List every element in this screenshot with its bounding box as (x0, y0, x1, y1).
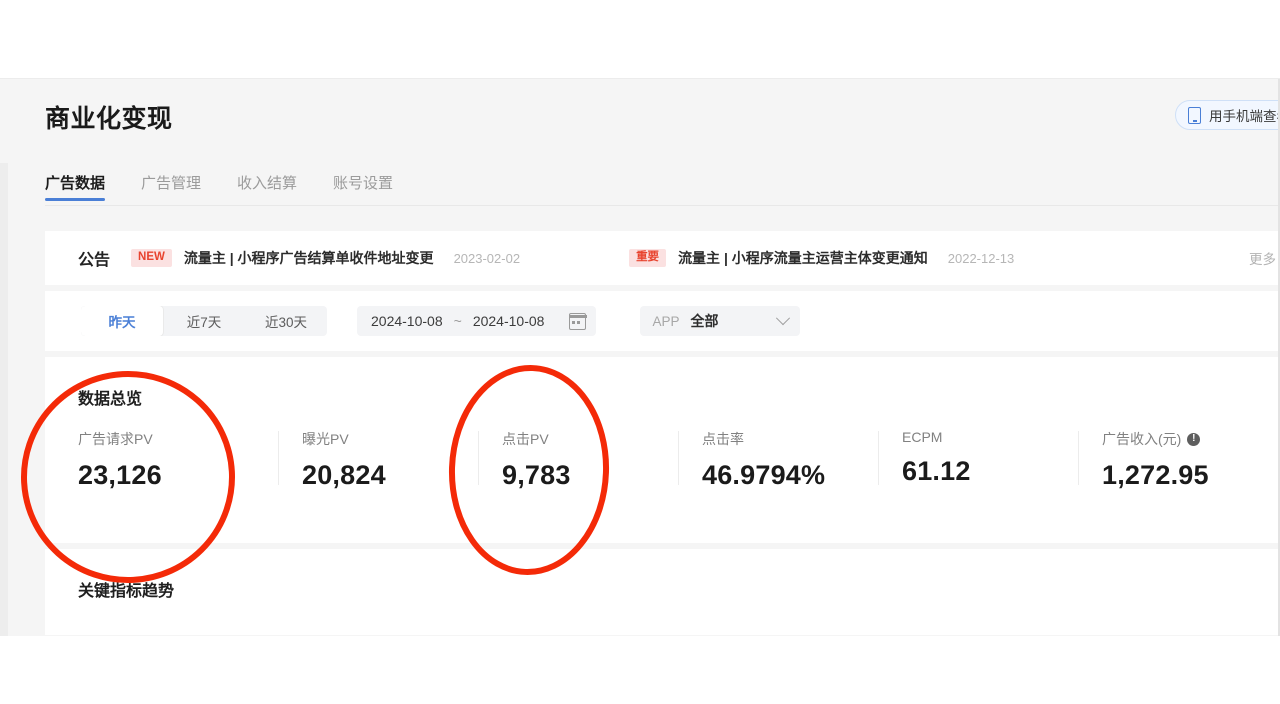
phone-icon (1188, 106, 1201, 124)
page-header: 商业化变现 用手机端查看数 (0, 79, 1280, 163)
app-filter-select[interactable]: APP 全部 (640, 306, 801, 336)
tab-ad-data[interactable]: 广告数据 (45, 163, 106, 201)
date-start-value: 2024-10-08 (371, 313, 443, 329)
metric-ad-request-pv-value: 23,126 (78, 460, 162, 490)
metric-ad-request-pv-label: 广告请求PV (78, 431, 153, 447)
metric-click-rate: 点击率 46.9794% (678, 429, 878, 491)
metric-ecpm: ECPM 61.12 (878, 429, 1078, 491)
tab-revenue-settlement-label: 收入结算 (237, 175, 298, 192)
preset-yesterday[interactable]: 昨天 (81, 306, 163, 336)
metric-ad-revenue-label: 广告收入(元) ! (1102, 429, 1278, 449)
metric-ecpm-label: ECPM (902, 429, 943, 445)
view-on-mobile-button[interactable]: 用手机端查看数 (1175, 100, 1280, 130)
announcement-section-label: 公告 (78, 252, 111, 269)
key-metrics-trend-card: 关键指标趋势 (45, 549, 1280, 635)
screenshot-root: 商业化变现 用手机端查看数 广告数据 广告管理 收入结算 账号设置 (0, 0, 1280, 704)
date-range-picker[interactable]: 2024-10-08 ~ 2024-10-08 (357, 306, 597, 336)
date-end-value: 2024-10-08 (472, 313, 545, 329)
metric-impression-pv: 曝光PV 20,824 (278, 429, 478, 491)
tab-revenue-settlement[interactable]: 收入结算 (237, 163, 297, 193)
tab-ad-management[interactable]: 广告管理 (141, 163, 201, 193)
metric-click-rate-value: 46.9794% (702, 460, 826, 490)
tab-bar: 广告数据 广告管理 收入结算 账号设置 (0, 163, 1280, 207)
app-filter-value: 全部 (690, 313, 719, 329)
tab-account-settings[interactable]: 账号设置 (333, 163, 393, 193)
page-title: 商业化变现 (45, 105, 173, 133)
announcement-badge-new: NEW (131, 249, 172, 267)
filter-bar: 昨天 近7天 近30天 2024-10-08 ~ 2024-10-08 APP … (81, 306, 801, 336)
date-range-preset-group: 昨天 近7天 近30天 (81, 306, 327, 336)
metric-ecpm-value: 61.12 (902, 456, 971, 486)
tab-account-settings-label: 账号设置 (333, 175, 394, 192)
page-frame: 商业化变现 用手机端查看数 广告数据 广告管理 收入结算 账号设置 (0, 78, 1280, 636)
metric-click-pv: 点击PV 9,783 (478, 429, 678, 491)
metric-click-pv-label: 点击PV (502, 431, 549, 447)
data-overview-title: 数据总览 (78, 391, 143, 408)
metric-ad-revenue: 广告收入(元) ! 1,272.95 (1078, 429, 1278, 491)
preset-last-30-days[interactable]: 近30天 (245, 306, 327, 336)
view-on-mobile-label: 用手机端查看数 (1209, 109, 1280, 124)
filter-card: 昨天 近7天 近30天 2024-10-08 ~ 2024-10-08 APP … (45, 291, 1280, 351)
calendar-icon[interactable] (568, 312, 587, 330)
metrics-row: 广告请求PV 23,126 曝光PV 20,824 点击PV 9,783 点击率… (78, 429, 1280, 491)
metric-impression-pv-value: 20,824 (302, 460, 386, 490)
metric-click-rate-label: 点击率 (702, 431, 744, 447)
metric-ad-revenue-label-text: 广告收入(元) (1102, 431, 1182, 447)
preset-last-7-days[interactable]: 近7天 (163, 306, 245, 336)
announcement-row: 公告 NEW 流量主 | 小程序广告结算单收件地址变更 2023-02-02 重… (45, 231, 1280, 285)
tab-ad-data-label: 广告数据 (45, 175, 106, 192)
metric-click-pv-value: 9,783 (502, 460, 571, 490)
announcement-link-1[interactable]: 流量主 | 小程序广告结算单收件地址变更 (184, 248, 434, 268)
preset-yesterday-label: 昨天 (108, 315, 136, 330)
preset-last-7-days-label: 近7天 (186, 315, 222, 330)
announcement-more-link[interactable]: 更多 (1249, 248, 1276, 268)
chevron-down-icon (776, 311, 791, 326)
info-icon[interactable]: ! (1187, 432, 1201, 446)
key-metrics-trend-title: 关键指标趋势 (78, 583, 175, 600)
announcement-link-2[interactable]: 流量主 | 小程序流量主运营主体变更通知 (678, 248, 928, 268)
data-overview-card: 数据总览 广告请求PV 23,126 曝光PV 20,824 点击PV 9,78… (45, 357, 1280, 543)
tab-divider (45, 205, 1280, 206)
preset-last-30-days-label: 近30天 (264, 315, 308, 330)
announcement-card: 公告 NEW 流量主 | 小程序广告结算单收件地址变更 2023-02-02 重… (45, 231, 1280, 285)
announcement-badge-important: 重要 (629, 249, 667, 267)
announcement-date-2: 2022-12-13 (947, 250, 1015, 266)
metric-impression-pv-label: 曝光PV (302, 431, 349, 447)
date-separator: ~ (453, 313, 462, 329)
metric-ad-revenue-value: 1,272.95 (1102, 460, 1209, 490)
app-filter-label: APP (652, 313, 680, 329)
tab-ad-management-label: 广告管理 (141, 175, 202, 192)
metric-ad-request-pv: 广告请求PV 23,126 (78, 429, 278, 491)
announcement-date-1: 2023-02-02 (453, 250, 521, 266)
